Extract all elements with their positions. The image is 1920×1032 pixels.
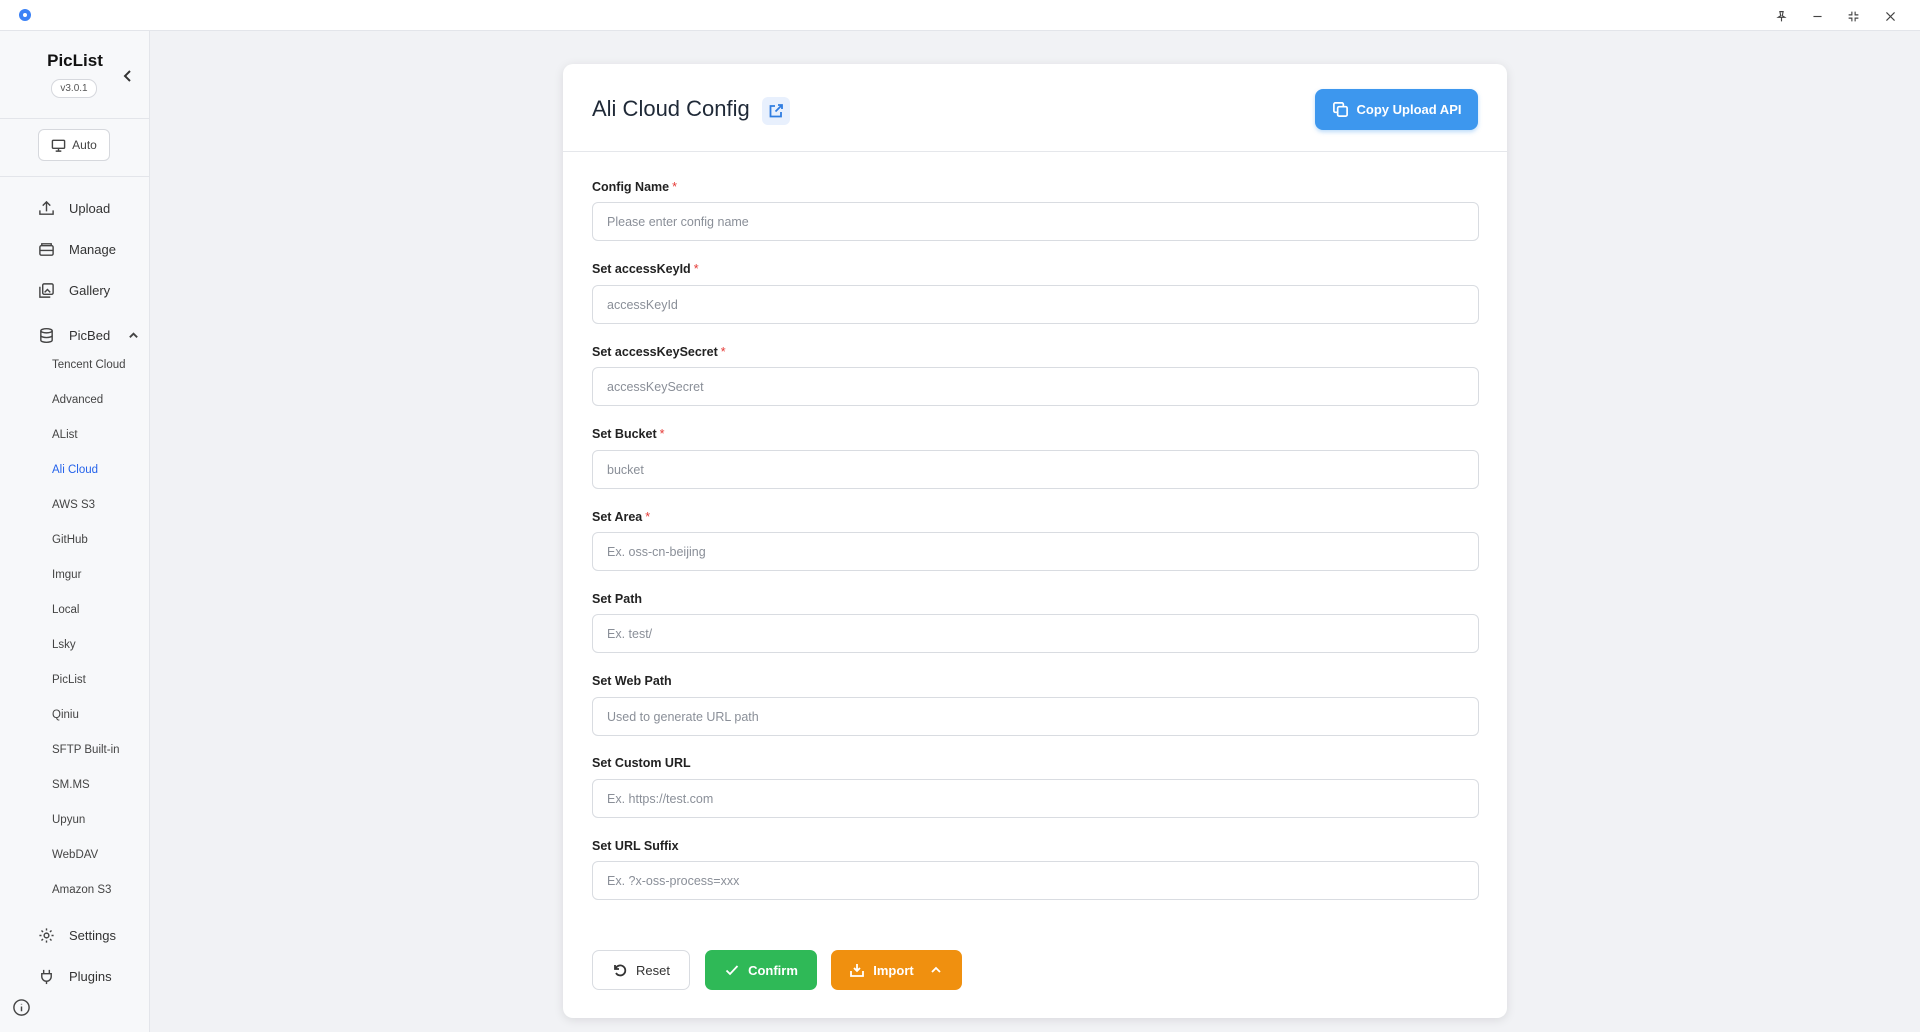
web-path-label: Set Web Path — [592, 674, 672, 688]
path-input[interactable] — [592, 614, 1479, 653]
collapse-sidebar-icon[interactable] — [119, 67, 137, 85]
page-title: Ali Cloud Config — [592, 96, 750, 121]
divider — [0, 176, 150, 177]
chevron-up-icon — [129, 331, 139, 338]
reset-button[interactable]: Reset — [592, 950, 690, 990]
url-suffix-input[interactable] — [592, 861, 1479, 900]
chevron-up-icon — [931, 966, 941, 973]
gallery-icon — [39, 282, 54, 298]
sidebar: PicList v3.0.1 Auto Upload Manage Galler… — [0, 31, 150, 1032]
import-button[interactable]: Import — [831, 950, 962, 990]
divider — [0, 118, 150, 119]
nav-upload[interactable]: Upload — [38, 193, 143, 223]
restore-icon[interactable] — [1840, 5, 1866, 27]
access-key-secret-label: Set accessKeySecret * — [592, 345, 726, 359]
picbed-item-amazon-s3[interactable]: Amazon S3 — [52, 879, 148, 901]
nav-plugins[interactable]: Plugins — [38, 961, 143, 991]
nav-picbed[interactable]: PicBed — [38, 320, 143, 350]
picbed-item-smms[interactable]: SM.MS — [52, 774, 148, 796]
nav-picbed-label: PicBed — [69, 327, 111, 343]
theme-toggle-button[interactable]: Auto — [38, 129, 110, 161]
bucket-input[interactable] — [592, 450, 1479, 489]
plug-icon — [41, 969, 52, 984]
nav-settings-label: Settings — [69, 927, 116, 943]
copy-icon — [1332, 102, 1348, 117]
config-name-input[interactable] — [592, 202, 1479, 241]
path-label: Set Path — [592, 592, 643, 606]
area-input[interactable] — [592, 532, 1479, 571]
minimize-icon[interactable] — [1804, 5, 1830, 27]
close-icon[interactable] — [1877, 5, 1903, 27]
gear-icon — [39, 927, 54, 943]
custom-url-label: Set Custom URL — [592, 756, 691, 770]
title-bar — [0, 0, 1920, 31]
copy-upload-api-button[interactable]: Copy Upload API — [1315, 89, 1478, 130]
custom-url-input[interactable] — [592, 779, 1479, 818]
pin-icon[interactable] — [1768, 5, 1794, 27]
app-logo-icon — [19, 9, 31, 21]
manage-icon — [39, 242, 54, 256]
nav-gallery-label: Gallery — [69, 282, 111, 298]
upload-icon — [39, 200, 54, 215]
nav-manage[interactable]: Manage — [38, 234, 143, 264]
picbed-item-alist[interactable]: AList — [52, 424, 148, 446]
picbed-item-github[interactable]: GitHub — [52, 529, 148, 551]
picbed-item-lsky[interactable]: Lsky — [52, 634, 148, 656]
nav-settings[interactable]: Settings — [38, 920, 143, 950]
external-link-icon[interactable] — [762, 97, 790, 125]
access-key-id-input[interactable] — [592, 285, 1479, 324]
confirm-label: Confirm — [748, 962, 798, 978]
picbed-item-webdav[interactable]: WebDAV — [52, 844, 148, 866]
picbed-item-sftp[interactable]: SFTP Built-in — [52, 739, 148, 761]
picbed-item-imgur[interactable]: Imgur — [52, 564, 148, 586]
info-icon[interactable] — [12, 998, 31, 1017]
import-icon — [850, 964, 865, 977]
picbed-item-aws-s3[interactable]: AWS S3 — [52, 494, 148, 516]
confirm-button[interactable]: Confirm — [705, 950, 817, 990]
web-path-input[interactable] — [592, 697, 1479, 736]
copy-upload-api-label: Copy Upload API — [1356, 102, 1462, 117]
picbed-item-qiniu[interactable]: Qiniu — [52, 704, 148, 726]
access-key-id-label: Set accessKeyId * — [592, 262, 699, 276]
access-key-secret-input[interactable] — [592, 367, 1479, 406]
nav-upload-label: Upload — [69, 200, 111, 216]
nav-manage-label: Manage — [69, 241, 116, 257]
url-suffix-label: Set URL Suffix — [592, 839, 679, 853]
picbed-item-piclist[interactable]: PicList — [52, 669, 148, 691]
version-badge: v3.0.1 — [51, 79, 97, 98]
monitor-icon — [51, 139, 66, 152]
reset-label: Reset — [636, 962, 670, 978]
picbed-item-upyun[interactable]: Upyun — [52, 809, 148, 831]
nav-gallery[interactable]: Gallery — [38, 275, 143, 305]
config-name-label: Config Name * — [592, 180, 677, 194]
area-label: Set Area * — [592, 510, 651, 524]
card-header: Ali Cloud Config Copy Upload API — [563, 64, 1507, 152]
picbed-item-ali-cloud[interactable]: Ali Cloud — [52, 459, 148, 481]
picbed-item-local[interactable]: Local — [52, 599, 148, 621]
reset-icon — [614, 964, 627, 977]
theme-label: Auto — [72, 138, 97, 152]
picbed-item-tencent-cloud[interactable]: Tencent Cloud — [52, 354, 148, 376]
picbed-item-advanced[interactable]: Advanced — [52, 389, 148, 411]
bucket-label: Set Bucket * — [592, 427, 665, 441]
import-label: Import — [873, 962, 914, 978]
config-card: Ali Cloud Config Copy Upload API Config … — [563, 64, 1507, 1018]
nav-plugins-label: Plugins — [69, 968, 112, 984]
database-icon — [40, 327, 53, 343]
check-icon — [725, 965, 739, 976]
